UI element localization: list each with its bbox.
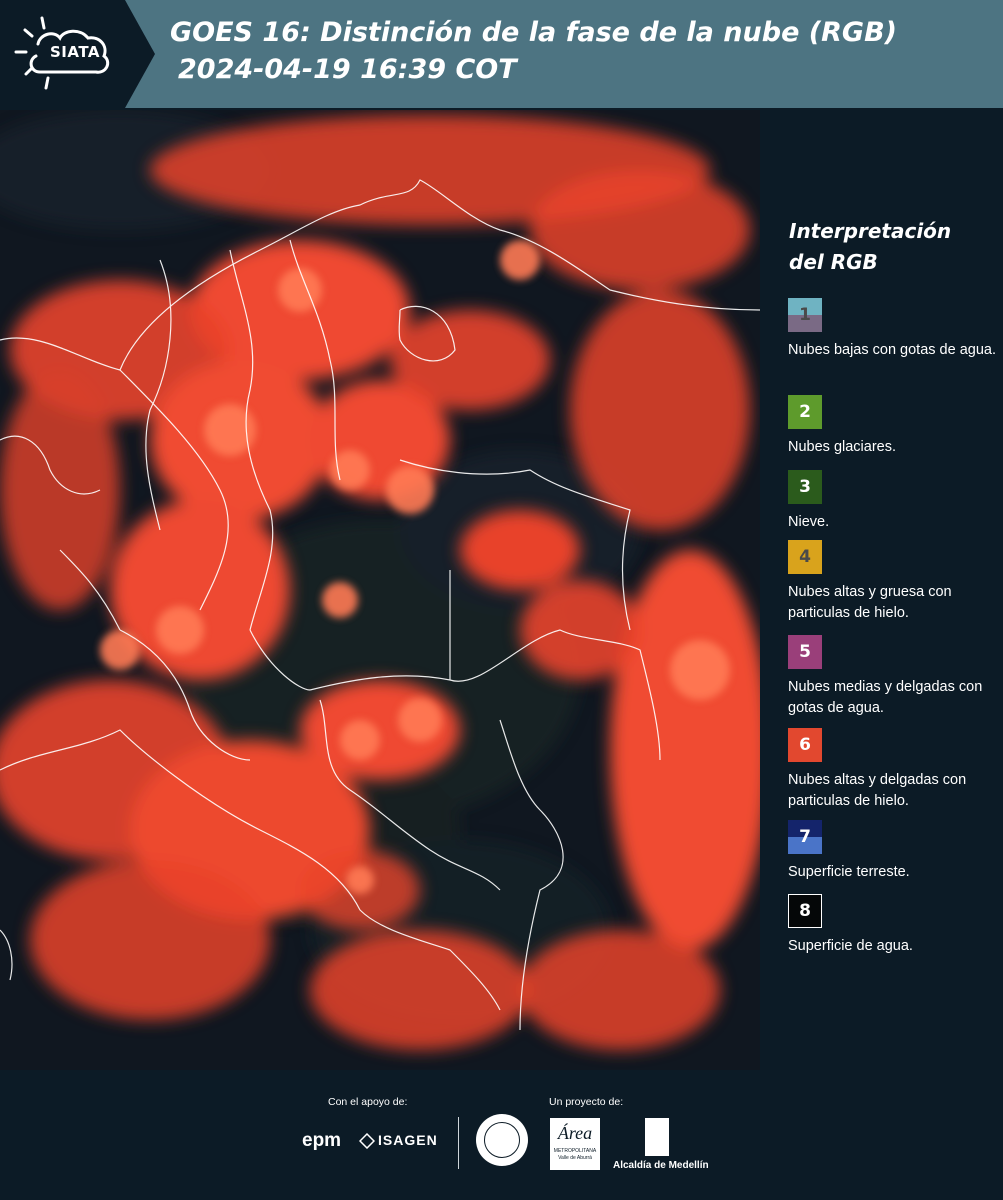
legend-item-4: 4 Nubes altas y gruesa con particulas de… (788, 540, 998, 624)
brand-name: SIATA (50, 43, 101, 61)
legend-number: 6 (799, 735, 811, 755)
legend-label: Nubes altas y delgadas con particulas de… (788, 772, 967, 809)
legend-number: 5 (799, 642, 811, 662)
satellite-imagery (0, 110, 760, 1070)
legend-item-3: 3 Nieve. (788, 470, 998, 533)
legend-item-1: 1 Nubes bajas con gotas de agua. (788, 298, 998, 361)
title-timestamp: 2024-04-19 16:39 COT (178, 54, 517, 85)
legend-label: Nubes altas y gruesa con particulas de h… (788, 584, 952, 621)
legend-swatch: 1 (788, 298, 822, 332)
legend-item-5: 5 Nubes medias y delgadas con gotas de a… (788, 635, 998, 719)
legend-swatch: 6 (788, 728, 822, 762)
legend-label: Superficie terreste. (788, 864, 910, 880)
legend-swatch: 3 (788, 470, 822, 504)
legend-item-6: 6 Nubes altas y delgadas con particulas … (788, 728, 998, 812)
isagen-icon (359, 1133, 375, 1149)
legend-swatch: 7 (788, 820, 822, 854)
legend-swatch: 2 (788, 395, 822, 429)
legend-label: Nubes bajas con gotas de agua. (788, 342, 996, 358)
amva-name: Área (557, 1123, 593, 1143)
legend-swatch: 4 (788, 540, 822, 574)
legend-label: Nubes medias y delgadas con gotas de agu… (788, 679, 983, 716)
isagen-logo[interactable]: ISAGEN (378, 1132, 438, 1148)
amva-subtitle: METROPOLITANA Valle de Aburrá (553, 1148, 597, 1161)
legend-label: Nieve. (788, 514, 830, 530)
support-label: Con el apoyo de: (328, 1096, 408, 1108)
legend-number: 7 (799, 827, 811, 847)
page-title: GOES 16: Distinción de la fase de la nub… (170, 14, 990, 88)
legend-number: 1 (799, 305, 811, 325)
legend-label: Superficie de agua. (788, 938, 913, 954)
legend-number: 2 (799, 402, 811, 422)
legend-number: 8 (799, 901, 811, 921)
legend-number: 4 (799, 547, 811, 567)
header-bar: SIATA GOES 16: Distinción de la fase de … (0, 0, 1003, 108)
legend-number: 3 (799, 477, 811, 497)
epm-logo[interactable]: epm (302, 1130, 341, 1152)
legend-swatch: 8 (788, 894, 822, 928)
alcaldia-logo[interactable]: Alcaldía de Medellín (613, 1160, 709, 1171)
area-metropolitana-logo[interactable]: Área METROPOLITANA Valle de Aburrá (550, 1118, 600, 1170)
legend-swatch: 5 (788, 635, 822, 669)
legend-item-7: 7 Superficie terreste. (788, 820, 998, 883)
seal-ring-icon (484, 1122, 520, 1158)
legend-title: Interpretación del RGB (789, 219, 952, 274)
legend-item-2: 2 Nubes glaciares. (788, 395, 998, 458)
title-product: GOES 16: Distinción de la fase de la nub… (170, 17, 897, 48)
footer-divider (458, 1117, 459, 1169)
legend-panel: Interpretación del RGB 1 Nubes bajas con… (760, 110, 1003, 1070)
legend-item-8: 8 Superficie de agua. (788, 894, 998, 957)
seal-logo[interactable] (476, 1114, 528, 1166)
satellite-map[interactable] (0, 110, 760, 1070)
siata-logo[interactable]: SIATA (0, 0, 155, 108)
coat-of-arms-icon (645, 1118, 669, 1156)
footer: Con el apoyo de: Un proyecto de: epm ISA… (0, 1070, 1003, 1200)
legend-label: Nubes glaciares. (788, 439, 896, 455)
project-label: Un proyecto de: (549, 1096, 624, 1108)
